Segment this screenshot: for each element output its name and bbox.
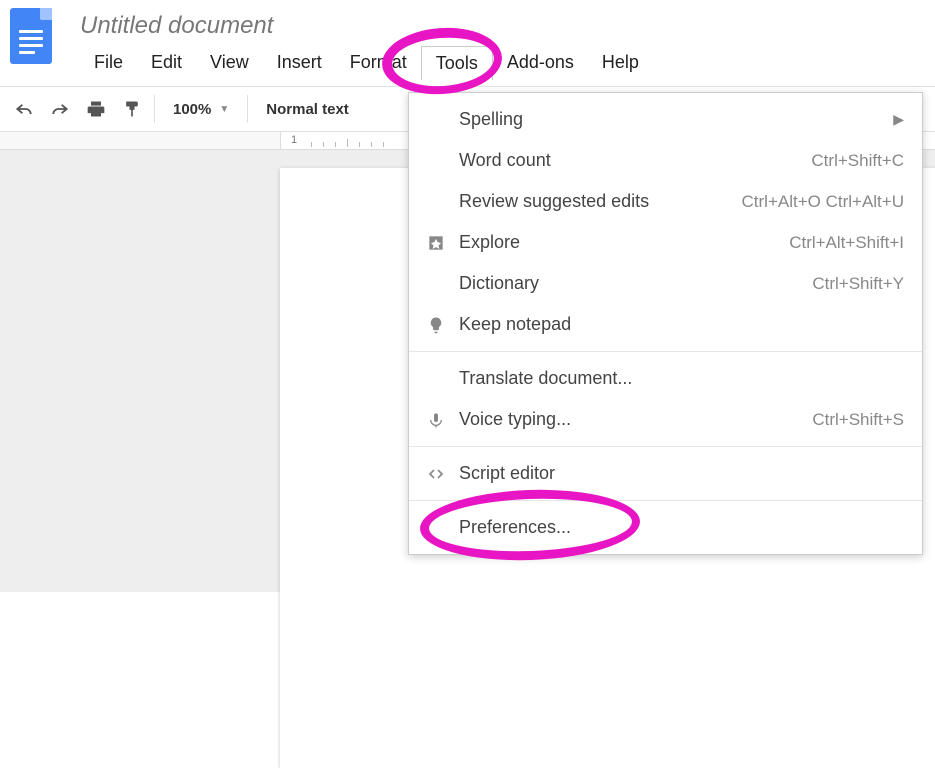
menuitem-label: Review suggested edits [451,191,742,212]
menuitem-shortcut: Ctrl+Alt+Shift+I [789,233,904,253]
menuitem-explore[interactable]: Explore Ctrl+Alt+Shift+I [409,222,922,263]
code-icon [421,466,451,482]
ruler-mark: 1 [291,134,297,146]
menubar: File Edit View Insert Format Tools Add-o… [80,46,925,80]
menuitem-dictionary[interactable]: Dictionary Ctrl+Shift+Y [409,263,922,304]
document-title[interactable]: Untitled document [80,8,925,46]
caret-down-icon: ▼ [219,104,229,115]
docs-app-icon[interactable] [10,8,52,64]
menu-view[interactable]: View [196,46,263,80]
menu-separator [409,446,922,447]
menu-separator [409,500,922,501]
menuitem-label: Preferences... [451,517,904,538]
menuitem-label: Spelling [451,109,893,130]
toolbar-separator [154,95,155,123]
menuitem-review-suggested-edits[interactable]: Review suggested edits Ctrl+Alt+O Ctrl+A… [409,181,922,222]
menuitem-shortcut: Ctrl+Shift+Y [812,274,904,294]
menuitem-shortcut: Ctrl+Shift+C [811,151,904,171]
menuitem-script-editor[interactable]: Script editor [409,453,922,494]
undo-button[interactable] [6,91,42,127]
menuitem-keep-notepad[interactable]: Keep notepad [409,304,922,345]
menuitem-shortcut: Ctrl+Alt+O Ctrl+Alt+U [742,192,905,212]
menu-file[interactable]: File [80,46,137,80]
menuitem-voice-typing[interactable]: Voice typing... Ctrl+Shift+S [409,399,922,440]
microphone-icon [421,410,451,430]
tools-dropdown: Spelling ▶ Word count Ctrl+Shift+C Revie… [408,92,923,555]
menuitem-translate-document[interactable]: Translate document... [409,358,922,399]
paragraph-style-selector[interactable]: Normal text [252,101,363,118]
menuitem-label: Word count [451,150,811,171]
explore-icon [421,233,451,253]
menuitem-label: Dictionary [451,273,812,294]
menuitem-shortcut: Ctrl+Shift+S [812,410,904,430]
menu-edit[interactable]: Edit [137,46,196,80]
redo-button[interactable] [42,91,78,127]
zoom-value: 100% [173,101,211,118]
menu-separator [409,351,922,352]
menu-addons[interactable]: Add-ons [493,46,588,80]
menuitem-label: Keep notepad [451,314,904,335]
paint-format-button[interactable] [114,91,150,127]
menuitem-label: Script editor [451,463,904,484]
menuitem-spelling[interactable]: Spelling ▶ [409,99,922,140]
menuitem-preferences[interactable]: Preferences... [409,507,922,548]
zoom-selector[interactable]: 100% ▼ [159,101,243,118]
menuitem-word-count[interactable]: Word count Ctrl+Shift+C [409,140,922,181]
submenu-arrow-icon: ▶ [893,111,904,128]
menu-insert[interactable]: Insert [263,46,336,80]
menu-format[interactable]: Format [336,46,421,80]
menuitem-label: Translate document... [451,368,904,389]
menuitem-label: Explore [451,232,789,253]
toolbar-separator [247,95,248,123]
menuitem-label: Voice typing... [451,409,812,430]
lightbulb-icon [421,316,451,334]
menu-tools[interactable]: Tools [421,46,493,80]
print-button[interactable] [78,91,114,127]
menu-help[interactable]: Help [588,46,653,80]
